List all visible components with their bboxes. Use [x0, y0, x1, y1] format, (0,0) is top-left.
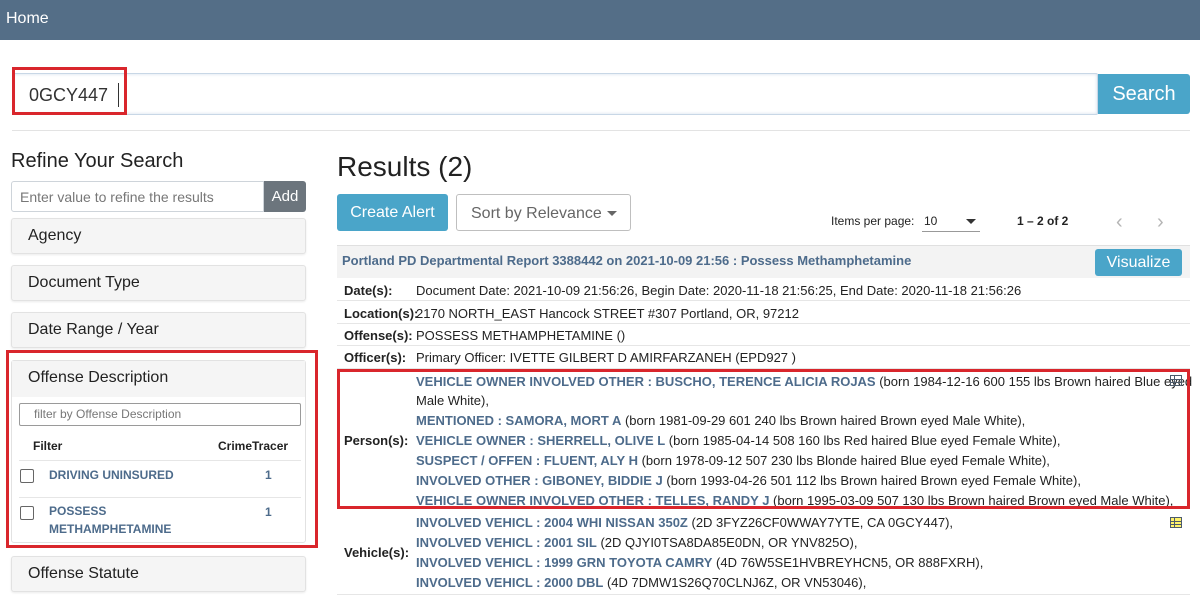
sort-dropdown[interactable]: Sort by Relevance [456, 194, 631, 231]
divider [337, 300, 1190, 301]
facet-label: Agency [28, 227, 82, 244]
table-view-icon[interactable] [1170, 517, 1182, 528]
facet-label: Document Type [28, 274, 140, 291]
create-alert-button[interactable]: Create Alert [337, 194, 448, 231]
sort-label: Sort by Relevance [471, 205, 602, 222]
items-per-page-value: 10 [924, 214, 938, 228]
facet-label: Offense Statute [28, 565, 139, 582]
chevron-right-icon[interactable]: › [1157, 211, 1164, 234]
facet-offense-statute[interactable]: Offense Statute [11, 556, 306, 592]
chevron-left-icon[interactable]: ‹ [1116, 211, 1123, 234]
vehicle-entry: INVOLVED VEHICL : 2001 SIL (2D QJYI0TSA8… [416, 535, 857, 550]
result-title-link[interactable]: Portland PD Departmental Report 3388442 … [342, 253, 911, 268]
caret-down-icon [966, 219, 976, 224]
search-button[interactable]: Search [1098, 74, 1190, 114]
vehicle-entry: INVOLVED VEHICL : 1999 GRN TOYOTA CAMRY … [416, 555, 983, 570]
vehicle-link[interactable]: INVOLVED VEHICL : 2000 DBL [416, 575, 603, 590]
field-value-officer: Primary Officer: IVETTE GILBERT D AMIRFA… [416, 350, 796, 365]
top-navbar: Home [0, 0, 1200, 40]
field-label-officer: Officer(s): [344, 350, 407, 365]
field-value-offense: POSSESS METHAMPHETAMINE () [416, 328, 626, 343]
vehicle-entry: INVOLVED VEHICL : 2000 DBL (4D 7DMW1S26Q… [416, 575, 866, 590]
home-link[interactable]: Home [6, 10, 49, 28]
facet-date-range[interactable]: Date Range / Year [11, 312, 306, 348]
visualize-button[interactable]: Visualize [1095, 249, 1182, 276]
facet-document-type[interactable]: Document Type [11, 265, 306, 301]
pagination-range: 1 – 2 of 2 [1017, 214, 1069, 228]
caret-down-icon [607, 211, 617, 216]
field-label-offense: Offense(s): [344, 328, 413, 343]
result-header: Portland PD Departmental Report 3388442 … [337, 245, 1190, 278]
field-label-location: Location(s): [344, 306, 419, 321]
refine-title: Refine Your Search [11, 150, 184, 172]
facet-label: Date Range / Year [28, 321, 159, 338]
field-value-location: 2170 NORTH_EAST Hancock STREET #307 Port… [416, 306, 799, 321]
divider [337, 345, 1190, 346]
highlight-search-term [12, 67, 127, 115]
items-per-page-label: Items per page: [831, 214, 915, 228]
items-per-page-select[interactable]: 10 [922, 212, 980, 232]
facet-agency[interactable]: Agency [11, 218, 306, 254]
field-value-dates: Document Date: 2021-10-09 21:56:26, Begi… [416, 283, 1022, 298]
vehicle-detail: (4D 7DMW1S26Q70CLNJ6Z, OR VN53046), [603, 575, 867, 590]
divider [12, 130, 1190, 131]
divider [337, 323, 1190, 324]
vehicle-link[interactable]: INVOLVED VEHICL : 2004 WHI NISSAN 350Z [416, 515, 688, 530]
vehicle-entry: INVOLVED VEHICL : 2004 WHI NISSAN 350Z (… [416, 515, 953, 530]
vehicle-detail: (2D 3FYZ26CF0WWAY7YTE, CA 0GCY447), [687, 515, 954, 530]
search-input[interactable]: 0GCY447 [12, 73, 1098, 115]
add-button[interactable]: Add [264, 181, 306, 212]
field-label-dates: Date(s): [344, 283, 393, 298]
field-label-vehicles: Vehicle(s): [344, 545, 410, 560]
refine-input-placeholder: Enter value to refine the results [20, 189, 214, 205]
vehicle-detail: (2D QJYI0TSA8DA85E0DN, OR YNV825O), [596, 535, 858, 550]
highlight-persons [337, 369, 1190, 509]
highlight-offense-panel [6, 350, 318, 548]
vehicle-link[interactable]: INVOLVED VEHICL : 1999 GRN TOYOTA CAMRY [416, 555, 712, 570]
refine-input[interactable]: Enter value to refine the results [11, 181, 264, 212]
divider [337, 594, 1190, 595]
results-title: Results (2) [337, 151, 473, 182]
vehicle-link[interactable]: INVOLVED VEHICL : 2001 SIL [416, 535, 597, 550]
vehicle-detail: (4D 76W5SE1HVBREYHCN5, OR 888FXRH), [712, 555, 984, 570]
